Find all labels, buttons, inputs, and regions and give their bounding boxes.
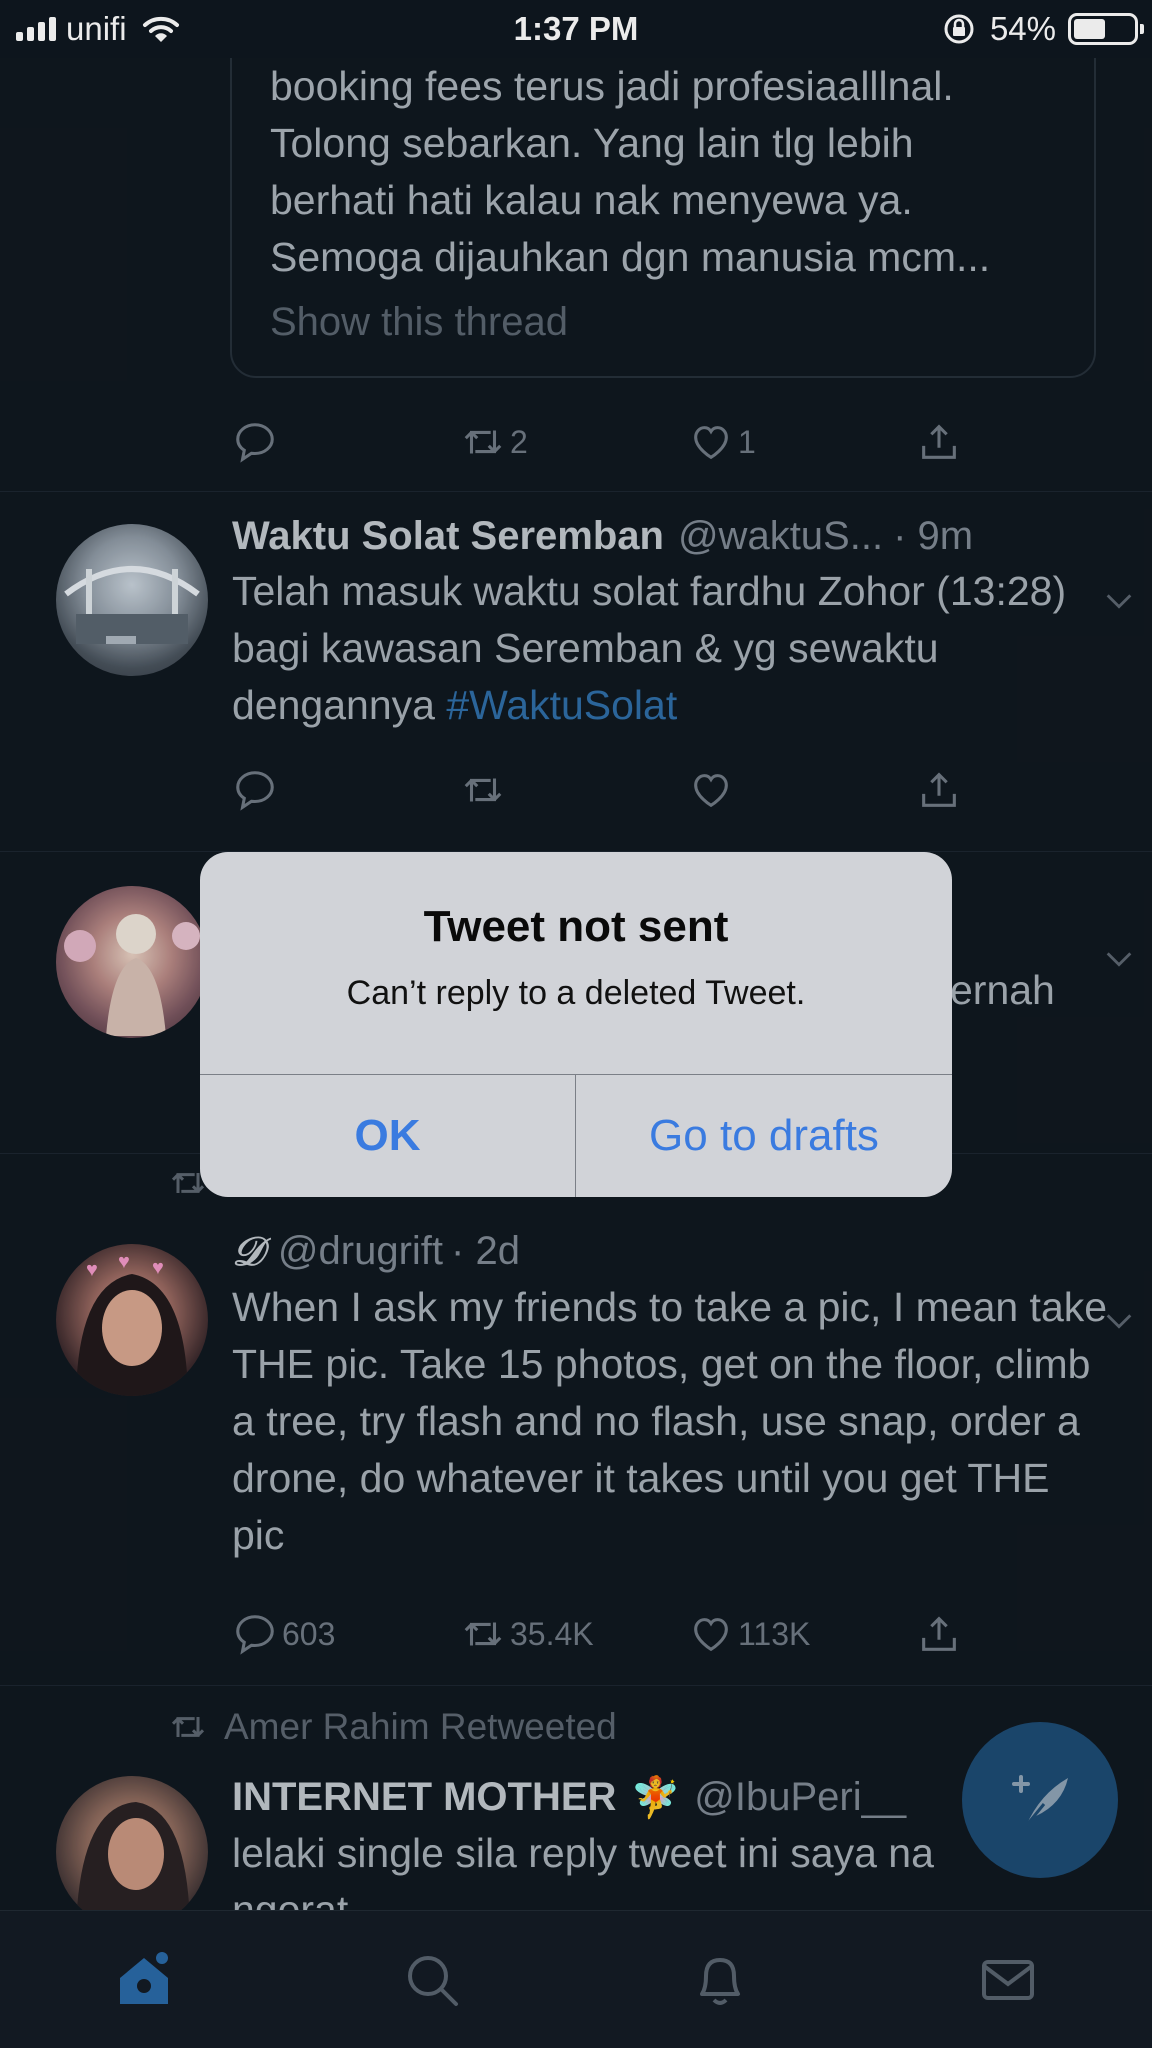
share-button[interactable] bbox=[916, 1606, 976, 1662]
status-bar: unifi 1:37 PM 54% bbox=[0, 0, 1152, 58]
tweet-not-sent-dialog: Tweet not sent Can’t reply to a deleted … bbox=[200, 852, 952, 1197]
battery-percent: 54% bbox=[989, 10, 1056, 47]
avatar[interactable]: ♥ ♥ ♥ bbox=[56, 1244, 208, 1396]
reply-button[interactable]: 603 bbox=[232, 1606, 460, 1662]
compose-feather-icon bbox=[1012, 1775, 1068, 1827]
share-button[interactable] bbox=[916, 762, 976, 818]
tweet-drugrift[interactable]: Muhammadun Retweeted ♥ ♥ ♥ 𝒟 @drugrift ·… bbox=[0, 1154, 1152, 1686]
heart-icon bbox=[694, 774, 728, 808]
mosque-picture bbox=[64, 566, 200, 644]
tab-notifications[interactable] bbox=[576, 1911, 864, 2048]
quoted-line: berhati hati kalau nak menyewa ya. bbox=[270, 177, 913, 223]
home-icon bbox=[120, 1951, 168, 2004]
avatar[interactable] bbox=[56, 886, 208, 1038]
tweet-actions: 2 1 bbox=[232, 414, 992, 470]
search-icon bbox=[408, 1955, 458, 2006]
reply-button[interactable] bbox=[232, 414, 460, 470]
retweet-icon bbox=[464, 430, 502, 454]
tab-messages[interactable] bbox=[864, 1911, 1152, 2048]
retweet-icon bbox=[464, 778, 502, 802]
author-name[interactable]: INTERNET MOTHER bbox=[232, 1775, 616, 1820]
reply-icon bbox=[236, 423, 274, 463]
tweet-text-partial: ernah bbox=[950, 967, 1055, 1013]
profile-picture bbox=[76, 1802, 190, 1910]
tweet-waktu-solat[interactable]: Waktu Solat Seremban @waktuS... · 9m Tel… bbox=[0, 492, 1152, 852]
chevron-down-icon[interactable] bbox=[1102, 942, 1136, 976]
profile-picture: ♥ ♥ ♥ bbox=[76, 1251, 188, 1396]
tweet-text-continued: ngorat bbox=[232, 1887, 349, 1910]
hashtag-link[interactable]: #WaktuSolat bbox=[446, 682, 677, 728]
quoted-line: Semoga dijauhkan dgn manusia mcm... bbox=[270, 234, 991, 280]
profile-picture bbox=[64, 914, 200, 1036]
author-handle[interactable]: @drugrift bbox=[278, 1229, 443, 1274]
heart-icon bbox=[694, 426, 728, 460]
quoted-line: Tolong sebarkan. Yang lain tlg lebih bbox=[270, 120, 914, 166]
like-button[interactable] bbox=[688, 762, 916, 818]
dialog-title: Tweet not sent bbox=[423, 902, 729, 951]
reply-icon bbox=[236, 771, 274, 811]
share-icon bbox=[922, 772, 956, 807]
heart-icon bbox=[694, 1618, 728, 1652]
retweet-button[interactable]: 35.4K bbox=[460, 1606, 688, 1662]
bottom-tab-bar bbox=[0, 1910, 1152, 2048]
share-button[interactable] bbox=[916, 414, 976, 470]
author-name[interactable]: 𝒟 bbox=[232, 1228, 264, 1275]
retweet-icon bbox=[464, 1622, 502, 1646]
retweet-count: 35.4K bbox=[510, 1615, 594, 1652]
chevron-down-icon[interactable] bbox=[1102, 1304, 1136, 1338]
show-thread-link[interactable]: Show this thread bbox=[270, 300, 568, 345]
avatar[interactable] bbox=[56, 524, 208, 676]
reply-count: 603 bbox=[282, 1615, 336, 1652]
tweet-time: · 9m bbox=[893, 514, 974, 558]
tweet-actions bbox=[232, 762, 992, 818]
svg-text:♥: ♥ bbox=[86, 1259, 98, 1281]
bell-icon bbox=[700, 1957, 740, 2005]
battery-icon bbox=[1068, 13, 1144, 45]
like-count: 1 bbox=[738, 423, 756, 460]
retweeted-by-label: Amer Rahim Retweeted bbox=[224, 1706, 617, 1747]
quoted-line: booking fees terus jadi profesiaalllnal. bbox=[270, 63, 954, 109]
dialog-message: Can’t reply to a deleted Tweet. bbox=[346, 974, 806, 1012]
svg-text:♥: ♥ bbox=[152, 1257, 164, 1279]
compose-tweet-button[interactable] bbox=[962, 1722, 1118, 1878]
quoted-tweet-text: booking fees terus jadi profesiaalllnal.… bbox=[270, 58, 1090, 286]
retweet-button[interactable] bbox=[460, 762, 688, 818]
tweet-actions: 603 35.4K 113K bbox=[232, 1606, 992, 1662]
chevron-down-icon[interactable] bbox=[1102, 584, 1136, 618]
tweet-text: Telah masuk waktu solat fardhu Zohor (13… bbox=[232, 563, 1112, 734]
retweet-icon bbox=[171, 1717, 205, 1737]
like-button[interactable]: 1 bbox=[688, 414, 916, 470]
tweet-thread[interactable]: booking fees terus jadi profesiaalllnal.… bbox=[0, 58, 1152, 492]
author-handle[interactable]: @waktuS... bbox=[678, 514, 883, 559]
share-icon bbox=[922, 1616, 956, 1651]
avatar[interactable] bbox=[56, 1776, 208, 1910]
tab-search[interactable] bbox=[288, 1911, 576, 2048]
like-button[interactable]: 113K bbox=[688, 1606, 916, 1662]
go-to-drafts-button[interactable]: Go to drafts bbox=[576, 1075, 952, 1197]
author-handle[interactable]: @IbuPeri__ bbox=[694, 1775, 906, 1820]
fairy-emoji: 🧚 bbox=[630, 1776, 681, 1820]
retweet-count: 2 bbox=[510, 423, 528, 460]
retweeted-by: Amer Rahim Retweeted bbox=[168, 1706, 617, 1748]
like-count: 113K bbox=[738, 1615, 811, 1652]
tweet-text: When I ask my friends to take a pic, I m… bbox=[232, 1284, 1108, 1558]
tab-home[interactable] bbox=[0, 1911, 288, 2048]
svg-text:♥: ♥ bbox=[118, 1251, 130, 1273]
retweet-button[interactable]: 2 bbox=[460, 414, 688, 470]
ok-button[interactable]: OK bbox=[200, 1075, 575, 1197]
tweet-time: · 2d bbox=[451, 1229, 520, 1273]
mail-icon bbox=[982, 1959, 1034, 2000]
reply-icon bbox=[236, 1615, 274, 1655]
author-name[interactable]: Waktu Solat Seremban bbox=[232, 514, 664, 559]
rotation-lock-icon bbox=[944, 14, 974, 44]
reply-button[interactable] bbox=[232, 762, 460, 818]
share-icon bbox=[922, 424, 956, 459]
